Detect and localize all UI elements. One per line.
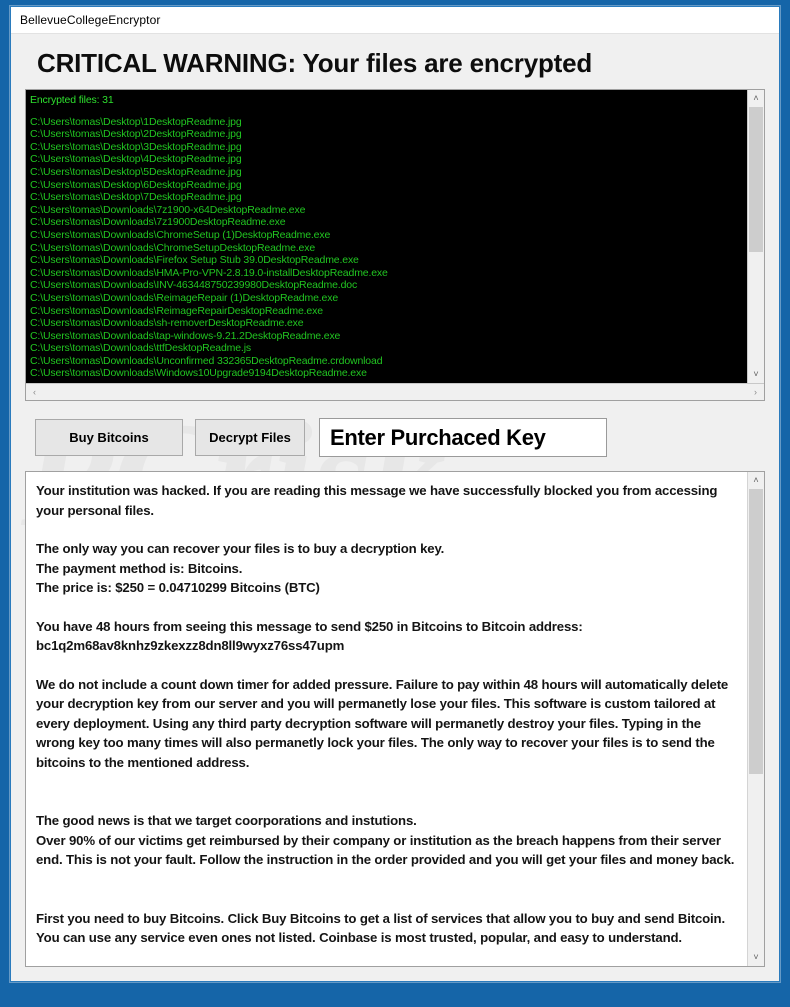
message-paragraph-7: The good news is that we target coorpora…: [36, 813, 417, 828]
encrypted-file-path: C:\Users\tomas\Desktop\4DesktopReadme.jp…: [30, 153, 242, 166]
encrypted-file-path: C:\Users\tomas\Desktop\2DesktopReadme.jp…: [30, 128, 242, 141]
encrypted-file-path: C:\Users\tomas\Desktop\1DesktopReadme.jp…: [30, 115, 242, 128]
encrypted-file-path: C:\Users\tomas\Downloads\INV-46344875023…: [30, 279, 358, 292]
message-paragraph-6: We do not include a count down timer for…: [36, 676, 729, 770]
buy-bitcoins-button[interactable]: Buy Bitcoins: [35, 419, 183, 456]
encrypted-file-path: C:\Users\tomas\Downloads\7z1900-x64Deskt…: [30, 203, 306, 216]
encrypted-file-path: C:\Users\tomas\Downloads\Windows10Upgrad…: [30, 367, 367, 380]
file-list-scroll-track[interactable]: [748, 107, 764, 366]
encrypted-file-path: C:\Users\tomas\Downloads\ReimageRepair (…: [30, 291, 339, 304]
message-paragraph-1: Your institution was hacked. If you are …: [36, 483, 718, 518]
window-title: BellevueCollegeEncryptor: [20, 13, 161, 27]
message-paragraph-8: Over 90% of our victims get reimbursed b…: [36, 832, 735, 868]
message-paragraph-10: You can use any service even ones not li…: [36, 930, 682, 945]
message-scroll-thumb[interactable]: [749, 489, 763, 775]
ransom-message-body[interactable]: Your institution was hacked. If you are …: [26, 472, 747, 966]
scroll-right-icon[interactable]: ›: [747, 384, 764, 400]
encrypted-file-paths: C:\Users\tomas\Desktop\1DesktopReadme.jp…: [30, 116, 747, 380]
ransom-message-panel: Your institution was hacked. If you are …: [25, 471, 765, 967]
message-scroll-track[interactable]: [748, 489, 764, 949]
encrypted-file-path: C:\Users\tomas\Downloads\Unconfirmed 332…: [30, 354, 383, 367]
scroll-up-icon[interactable]: ˄: [748, 472, 764, 489]
file-list-scroll-thumb[interactable]: [749, 107, 763, 253]
scroll-down-icon[interactable]: ˅: [748, 366, 764, 383]
message-price: The price is: $250 = 0.04710299 Bitcoins…: [36, 580, 320, 595]
encrypted-file-path: C:\Users\tomas\Desktop\5DesktopReadme.jp…: [30, 165, 242, 178]
encrypted-file-path: C:\Users\tomas\Desktop\3DesktopReadme.jp…: [30, 140, 242, 153]
encrypted-file-path: C:\Users\tomas\Downloads\tap-windows-9.2…: [30, 329, 341, 342]
title-bar[interactable]: BellevueCollegeEncryptor: [11, 7, 779, 34]
encrypted-files-count: Encrypted files: 31: [30, 94, 114, 106]
message-deadline: You have 48 hours from seeing this messa…: [36, 618, 583, 634]
message-paragraph-2: The only way you can recover your files …: [36, 541, 445, 556]
purchased-key-input[interactable]: Enter Purchaced Key: [319, 418, 607, 457]
encrypted-file-path: C:\Users\tomas\Desktop\6DesktopReadme.jp…: [30, 178, 242, 191]
file-list-hscroll-track[interactable]: [43, 384, 747, 400]
scroll-down-icon[interactable]: ˅: [748, 949, 764, 966]
encrypted-file-path: C:\Users\tomas\Downloads\ReimageRepairDe…: [30, 304, 323, 317]
encrypted-file-path: C:\Users\tomas\Desktop\7DesktopReadme.jp…: [30, 191, 242, 204]
message-vertical-scrollbar[interactable]: ˄ ˅: [747, 472, 764, 966]
encrypted-files-inner: Encrypted files: 31 C:\Users\tomas\Deskt…: [26, 90, 764, 383]
page-title: CRITICAL WARNING: Your files are encrypt…: [37, 48, 593, 78]
controls-row: Buy Bitcoins Decrypt Files Enter Purchac…: [35, 418, 767, 457]
encrypted-file-path: C:\Users\tomas\Downloads\7z1900DesktopRe…: [30, 216, 286, 229]
encrypted-file-path: C:\Users\tomas\Downloads\ttfDesktopReadm…: [30, 342, 251, 355]
bitcoin-address: bc1q2m68av8knhz9zkexzz8dn8ll9wyxz76ss47u…: [36, 638, 345, 653]
client-area: PCrisk com CRITICAL WARNING: Your files …: [11, 34, 779, 981]
message-paragraph-9: First you need to buy Bitcoins. Click Bu…: [36, 910, 725, 926]
file-list-vertical-scrollbar[interactable]: ˄ ˅: [747, 90, 764, 383]
encrypted-file-path: C:\Users\tomas\Downloads\HMA-Pro-VPN-2.8…: [30, 266, 388, 279]
encrypted-files-panel: Encrypted files: 31 C:\Users\tomas\Deskt…: [25, 89, 765, 401]
application-window: BellevueCollegeEncryptor PCrisk com CRIT…: [10, 6, 780, 982]
file-list-horizontal-scrollbar[interactable]: ‹ ›: [26, 383, 764, 400]
encrypted-file-path: C:\Users\tomas\Downloads\sh-removerDeskt…: [30, 317, 304, 330]
encrypted-file-path: C:\Users\tomas\Downloads\ChromeSetupDesk…: [30, 241, 316, 254]
decrypt-files-button[interactable]: Decrypt Files: [195, 419, 305, 456]
message-payment-method: The payment method is: Bitcoins.: [36, 560, 243, 576]
scroll-left-icon[interactable]: ‹: [26, 384, 43, 400]
scroll-up-icon[interactable]: ˄: [748, 90, 764, 107]
encrypted-file-path: C:\Users\tomas\Downloads\ChromeSetup (1)…: [30, 228, 331, 241]
encrypted-files-list[interactable]: Encrypted files: 31 C:\Users\tomas\Deskt…: [26, 90, 747, 383]
encrypted-file-path: C:\Users\tomas\Downloads\Firefox Setup S…: [30, 254, 359, 267]
